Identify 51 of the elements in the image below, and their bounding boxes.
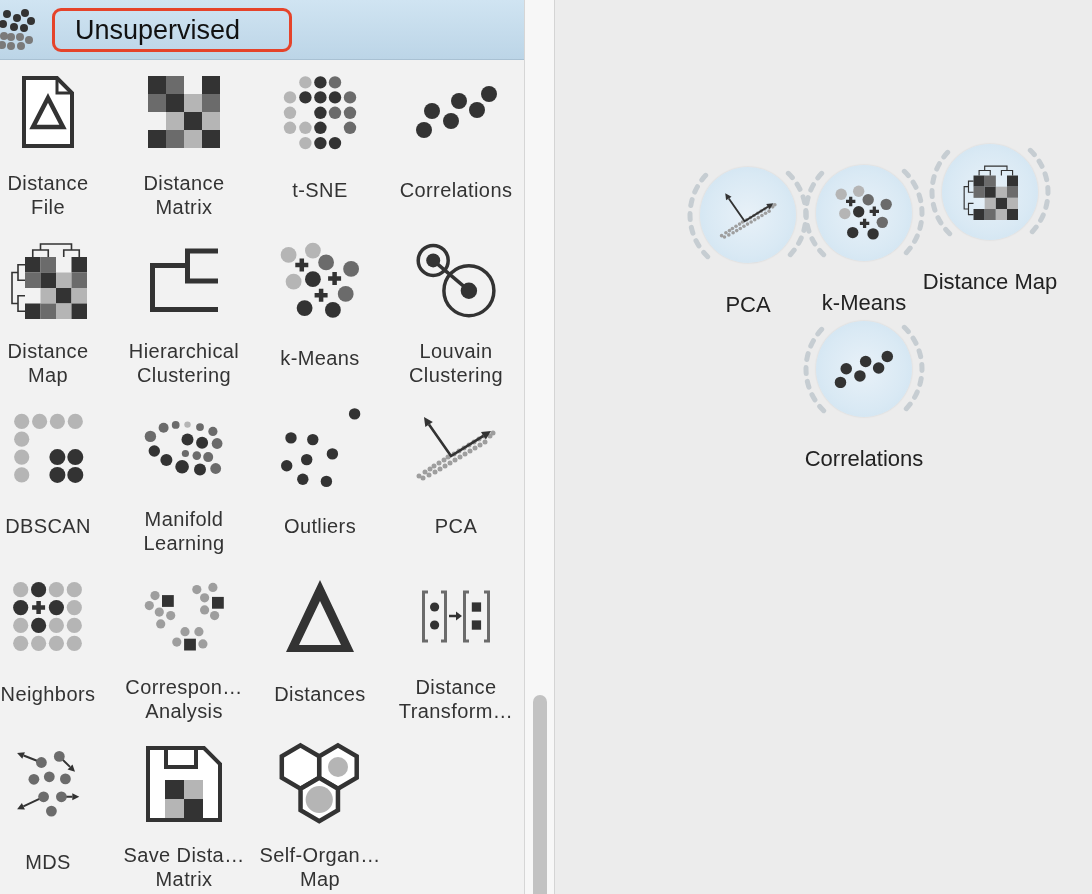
dots-arrows-icon	[15, 750, 81, 818]
category-header[interactable]: Unsupervised	[0, 0, 524, 60]
dot-clusters-icon	[12, 412, 84, 484]
widget-button[interactable]: Correspon… Analysis	[125, 576, 243, 723]
widget-button[interactable]: DBSCAN	[5, 408, 91, 555]
dot-swirl-icon	[144, 419, 224, 477]
linked-circles-icon	[415, 242, 497, 318]
heatmap-dendrogram-icon	[961, 163, 1019, 221]
widget-button[interactable]: Neighbors	[0, 576, 96, 723]
dots-squares-icon	[144, 581, 224, 651]
bracket-transform-icon	[421, 589, 491, 643]
heatmap-dendrogram-icon	[9, 241, 87, 319]
widget-button[interactable]: Manifold Learning	[143, 408, 225, 555]
arrows-scatter-icon	[414, 414, 498, 482]
dot-pattern-icon	[283, 74, 357, 150]
node-label: Distance Map	[922, 269, 1058, 295]
triangle-icon	[286, 580, 354, 652]
widget-button[interactable]: Save Dista… Matrix	[123, 744, 245, 891]
node-label: Correlations	[804, 446, 924, 472]
node-label: k-Means	[821, 290, 907, 316]
category-title: Unsupervised	[75, 13, 241, 46]
widget-button[interactable]: Distance Map	[7, 240, 89, 387]
widget-button[interactable]: t-SNE	[283, 72, 357, 219]
diagonal-dots-icon	[834, 349, 894, 389]
scrollbar-thumb[interactable]	[533, 695, 547, 894]
widget-button[interactable]: k-Means	[280, 240, 360, 387]
widget-button[interactable]: Distance Matrix	[143, 72, 225, 219]
widget-button[interactable]: Distances	[274, 576, 366, 723]
dendrogram-icon	[150, 247, 218, 313]
cluster-plus-icon	[835, 185, 893, 241]
dashed-arc-icon[interactable]	[784, 170, 810, 260]
widget-button[interactable]: Distance Transform…	[398, 576, 514, 723]
document-delta-icon	[22, 76, 74, 148]
cluster-plus-icon	[280, 241, 360, 319]
widget-button[interactable]: Louvain Clustering	[408, 240, 503, 387]
scattered-dots-icon	[279, 408, 361, 488]
widget-button[interactable]: PCA	[414, 408, 498, 555]
widget-button[interactable]: MDS	[15, 744, 81, 891]
matrix-grid-icon	[148, 76, 220, 148]
widget-button[interactable]: Self-Organ… Map	[259, 744, 381, 891]
category-dots-icon	[0, 8, 36, 51]
arrows-scatter-icon	[717, 190, 779, 240]
dashed-arc-icon[interactable]	[686, 170, 712, 260]
widget-button[interactable]: Distance File	[7, 72, 89, 219]
widget-button[interactable]: Hierarchical Clustering	[128, 240, 240, 387]
hexagons-icon	[279, 742, 361, 826]
widget-button[interactable]: Outliers	[279, 408, 361, 555]
dot-grid-plus-icon	[12, 580, 84, 652]
node-label: PCA	[725, 292, 771, 318]
diagonal-dots-icon	[414, 85, 498, 139]
widget-button[interactable]: Correlations	[399, 72, 513, 219]
